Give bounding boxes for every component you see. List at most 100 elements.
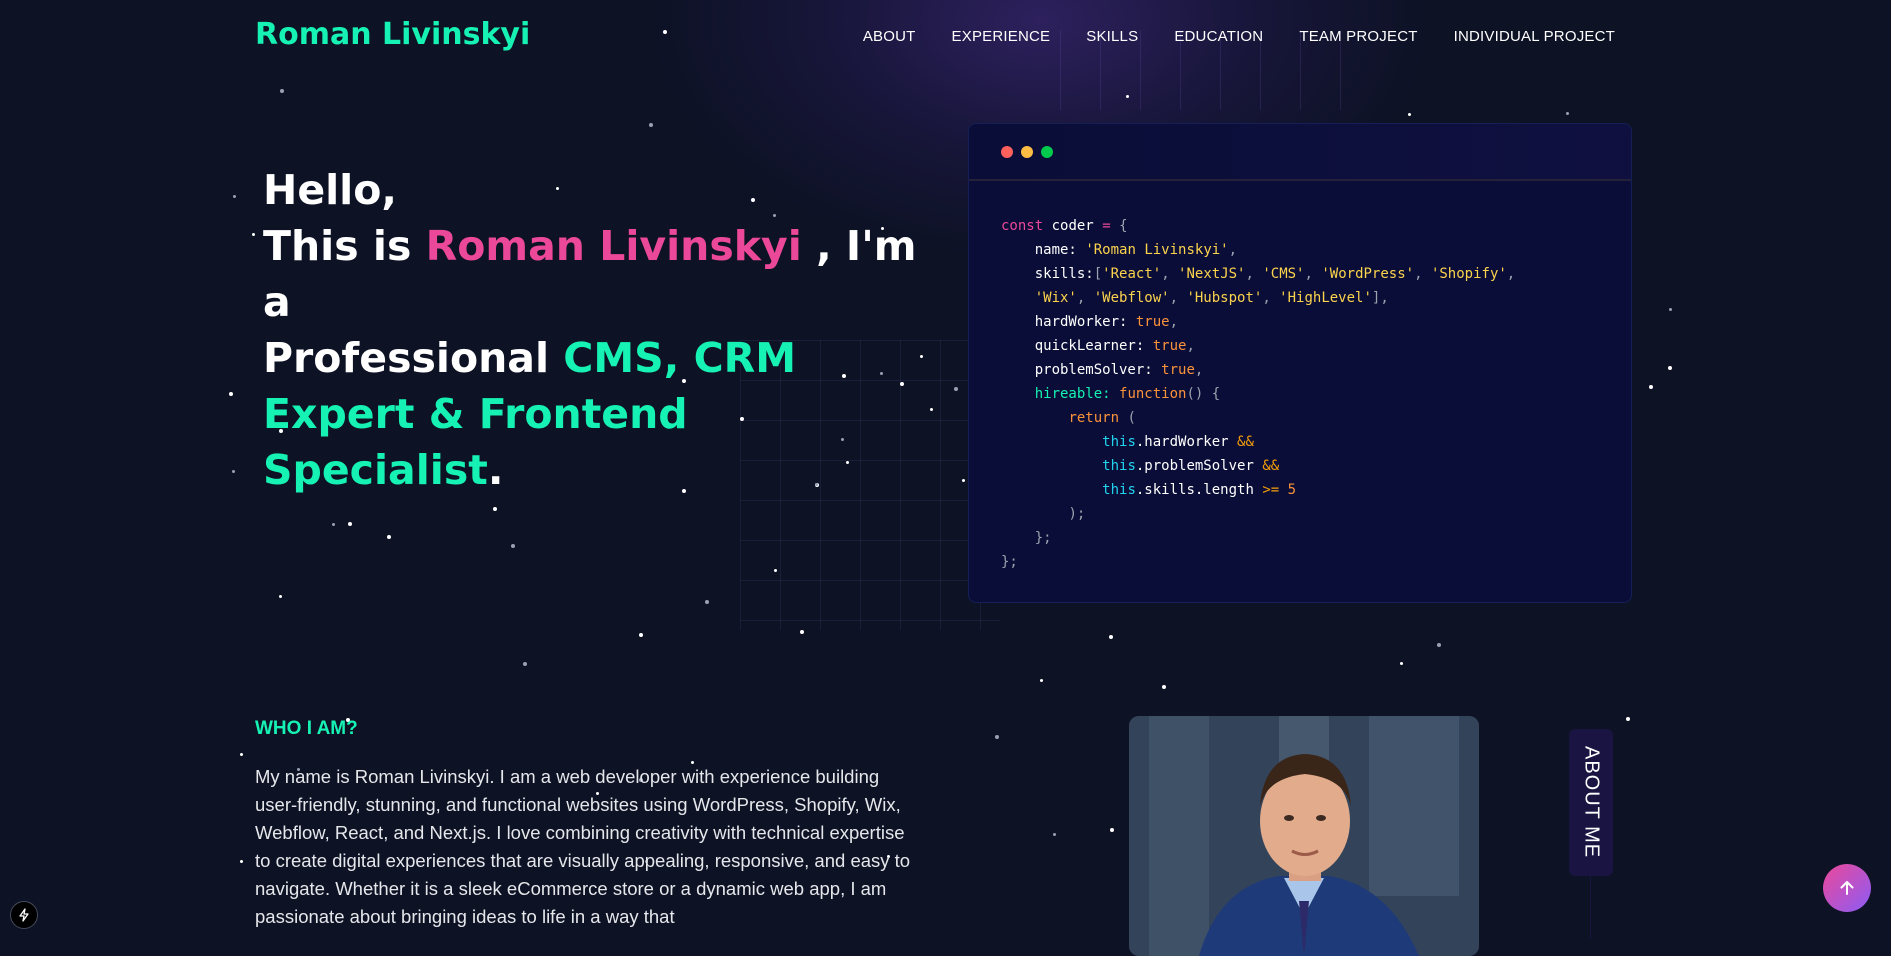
code-keyword-function: function <box>1119 386 1187 402</box>
code-this: this <box>1102 434 1136 450</box>
code-skill: 'Wix' <box>1034 290 1077 306</box>
code-this: this <box>1102 482 1136 498</box>
code-bool: true <box>1161 362 1195 378</box>
nav-experience[interactable]: EXPERIENCE <box>952 28 1051 45</box>
star <box>332 523 335 526</box>
lightning-icon <box>19 908 29 922</box>
star <box>663 30 667 34</box>
site-logo[interactable]: Roman Livinskyi <box>255 17 530 52</box>
orange-dot-icon <box>1021 146 1033 158</box>
who-i-am-title: WHO I AM? <box>255 718 358 739</box>
code-number: 5 <box>1287 482 1297 498</box>
code-brace: { <box>1119 218 1128 234</box>
code-skill: 'Webflow' <box>1093 290 1170 306</box>
nav-education[interactable]: EDUCATION <box>1174 28 1263 45</box>
code-key-hardworker: hardWorker: <box>1034 314 1128 330</box>
star <box>252 233 255 236</box>
star <box>280 89 284 93</box>
nav-about[interactable]: ABOUT <box>863 28 916 45</box>
star <box>954 387 958 391</box>
star <box>1408 113 1411 116</box>
star <box>232 470 235 473</box>
code-prop: .hardWorker <box>1135 434 1229 450</box>
star <box>1109 635 1113 639</box>
code-block: const coder = { name: 'Roman Livinskyi',… <box>1001 218 1516 570</box>
star <box>1110 828 1114 832</box>
star <box>705 600 709 604</box>
red-dot-icon <box>1001 146 1013 158</box>
code-bool: true <box>1152 338 1187 354</box>
code-skill: 'React' <box>1102 266 1162 282</box>
star <box>962 479 965 482</box>
star <box>1162 685 1166 689</box>
star <box>348 522 352 526</box>
code-key-quicklearner: quickLearner: <box>1034 338 1145 354</box>
star <box>1400 662 1403 665</box>
code-skill: 'HighLevel' <box>1279 290 1372 306</box>
code-operator: = <box>1102 218 1111 234</box>
nav-skills[interactable]: SKILLS <box>1086 28 1138 45</box>
star <box>639 633 643 637</box>
code-variable: coder <box>1051 218 1094 234</box>
star <box>1566 112 1569 115</box>
hero-professional: Professional <box>263 334 564 382</box>
star <box>233 195 236 198</box>
star <box>511 544 515 548</box>
code-skill: 'NextJS' <box>1178 266 1246 282</box>
code-keyword-return: return <box>1068 410 1120 426</box>
code-keyword: const <box>1001 218 1044 234</box>
code-card: const coder = { name: 'Roman Livinskyi',… <box>968 123 1632 603</box>
star <box>1649 385 1653 389</box>
star <box>523 662 527 666</box>
code-prop: .skills.length <box>1135 482 1254 498</box>
code-operator: && <box>1262 458 1280 474</box>
star <box>240 753 243 756</box>
nav-team-project[interactable]: TEAM PROJECT <box>1299 28 1417 45</box>
main-nav: ABOUT EXPERIENCE SKILLS EDUCATION TEAM P… <box>863 28 1615 45</box>
star <box>229 392 233 396</box>
star <box>649 123 653 127</box>
dev-tools-badge[interactable] <box>10 901 38 929</box>
star <box>387 535 391 539</box>
profile-photo <box>1129 716 1479 956</box>
scroll-to-top-button[interactable] <box>1823 864 1871 912</box>
code-card-header <box>969 124 1631 181</box>
code-prop: .problemSolver <box>1135 458 1254 474</box>
code-key-skills: skills: <box>1034 266 1094 282</box>
star <box>279 595 282 598</box>
hero-name: Roman Livinskyi <box>425 222 802 270</box>
code-key-hireable: hireable: <box>1034 386 1111 402</box>
code-key-name: name: <box>1034 242 1077 258</box>
code-this: this <box>1102 458 1136 474</box>
code-skill: 'WordPress' <box>1321 266 1415 282</box>
star <box>930 408 933 411</box>
code-bool: true <box>1135 314 1170 330</box>
star <box>800 630 804 634</box>
about-me-label: ABOUT ME <box>1580 746 1603 859</box>
nav-individual-project[interactable]: INDIVIDUAL PROJECT <box>1454 28 1615 45</box>
code-skill: 'CMS' <box>1262 266 1305 282</box>
star <box>995 735 999 739</box>
arrow-up-icon <box>1840 881 1854 895</box>
about-me-line <box>1590 876 1591 938</box>
code-skill: 'Hubspot' <box>1186 290 1263 306</box>
star <box>1437 643 1441 647</box>
star <box>1668 366 1672 370</box>
hero-period: . <box>487 446 504 494</box>
code-key-problemsolver: problemSolver: <box>1034 362 1153 378</box>
star <box>493 507 497 511</box>
star <box>1040 679 1043 682</box>
star <box>240 860 243 863</box>
code-operator: && <box>1237 434 1254 450</box>
code-skill: 'Shopify' <box>1430 266 1507 282</box>
green-dot-icon <box>1041 146 1053 158</box>
who-i-am-text: My name is Roman Livinskyi. I am a web d… <box>255 766 911 927</box>
about-me-tab: ABOUT ME <box>1569 729 1613 876</box>
code-operator: >= <box>1262 482 1280 498</box>
hero-greeting: Hello, <box>263 166 397 214</box>
hero-this-is: This is <box>263 222 426 270</box>
star <box>1626 717 1630 721</box>
star <box>1126 95 1129 98</box>
star <box>1053 833 1056 836</box>
code-value-name: 'Roman Livinskyi' <box>1085 242 1229 258</box>
